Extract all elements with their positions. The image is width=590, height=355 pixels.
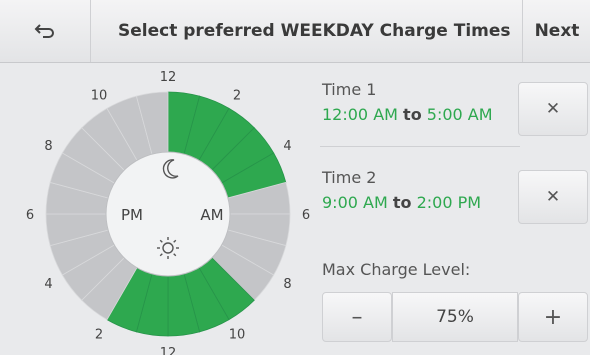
- time-2-block: Time 2 9:00 AM to 2:00 PM: [322, 168, 481, 212]
- time-1-block: Time 1 12:00 AM to 5:00 AM: [322, 80, 493, 124]
- back-button[interactable]: [0, 0, 91, 62]
- next-button[interactable]: Next: [522, 0, 590, 62]
- increment-button[interactable]: +: [518, 292, 588, 342]
- time-1-label: Time 1: [322, 80, 377, 99]
- max-charge-label: Max Charge Level:: [322, 260, 471, 279]
- pm-label: PM: [121, 206, 143, 224]
- dial-hour-label: 12: [160, 346, 177, 355]
- am-label: AM: [200, 206, 223, 224]
- dial-hour-label: 6: [26, 208, 34, 223]
- dial-hour-label: 8: [283, 277, 291, 292]
- remove-time-1-button[interactable]: ✕: [518, 82, 588, 136]
- time-2-sep: to: [392, 193, 412, 212]
- dial-hour-label: 4: [283, 139, 291, 154]
- close-icon: ✕: [545, 99, 561, 119]
- back-arrow-icon: [34, 24, 54, 38]
- max-charge-value: 75%: [392, 292, 518, 342]
- header-bar: Select preferred WEEKDAY Charge Times Ne…: [0, 0, 590, 63]
- time-2-range[interactable]: 9:00 AM to 2:00 PM: [322, 193, 481, 212]
- remove-time-2-button[interactable]: ✕: [518, 170, 588, 224]
- time-2-end: 2:00 PM: [416, 193, 482, 212]
- time-1-start: 12:00 AM: [322, 105, 398, 124]
- dial-hour-label: 10: [91, 88, 108, 103]
- page-title: Select preferred WEEKDAY Charge Times: [118, 21, 511, 41]
- divider: [320, 146, 520, 147]
- dial-hour-label: 2: [95, 328, 103, 343]
- time-1-end: 5:00 AM: [426, 105, 493, 124]
- close-icon: ✕: [545, 187, 561, 207]
- dial-hour-label: 2: [233, 88, 241, 103]
- time-2-label: Time 2: [322, 168, 377, 187]
- charge-time-dial[interactable]: 12 2 4 6 8 10 12 2 4 6 8 10 PM AM: [0, 62, 320, 355]
- dial-hour-label: 8: [44, 139, 52, 154]
- time-1-sep: to: [403, 105, 422, 124]
- dial-hour-label: 6: [302, 208, 310, 223]
- time-2-start: 9:00 AM: [322, 193, 388, 212]
- decrement-button[interactable]: –: [322, 292, 392, 342]
- dial-hour-label: 4: [44, 277, 52, 292]
- dial-hour-label: 12: [160, 70, 177, 85]
- time-1-range[interactable]: 12:00 AM to 5:00 AM: [322, 105, 493, 124]
- dial-hour-label: 10: [229, 328, 246, 343]
